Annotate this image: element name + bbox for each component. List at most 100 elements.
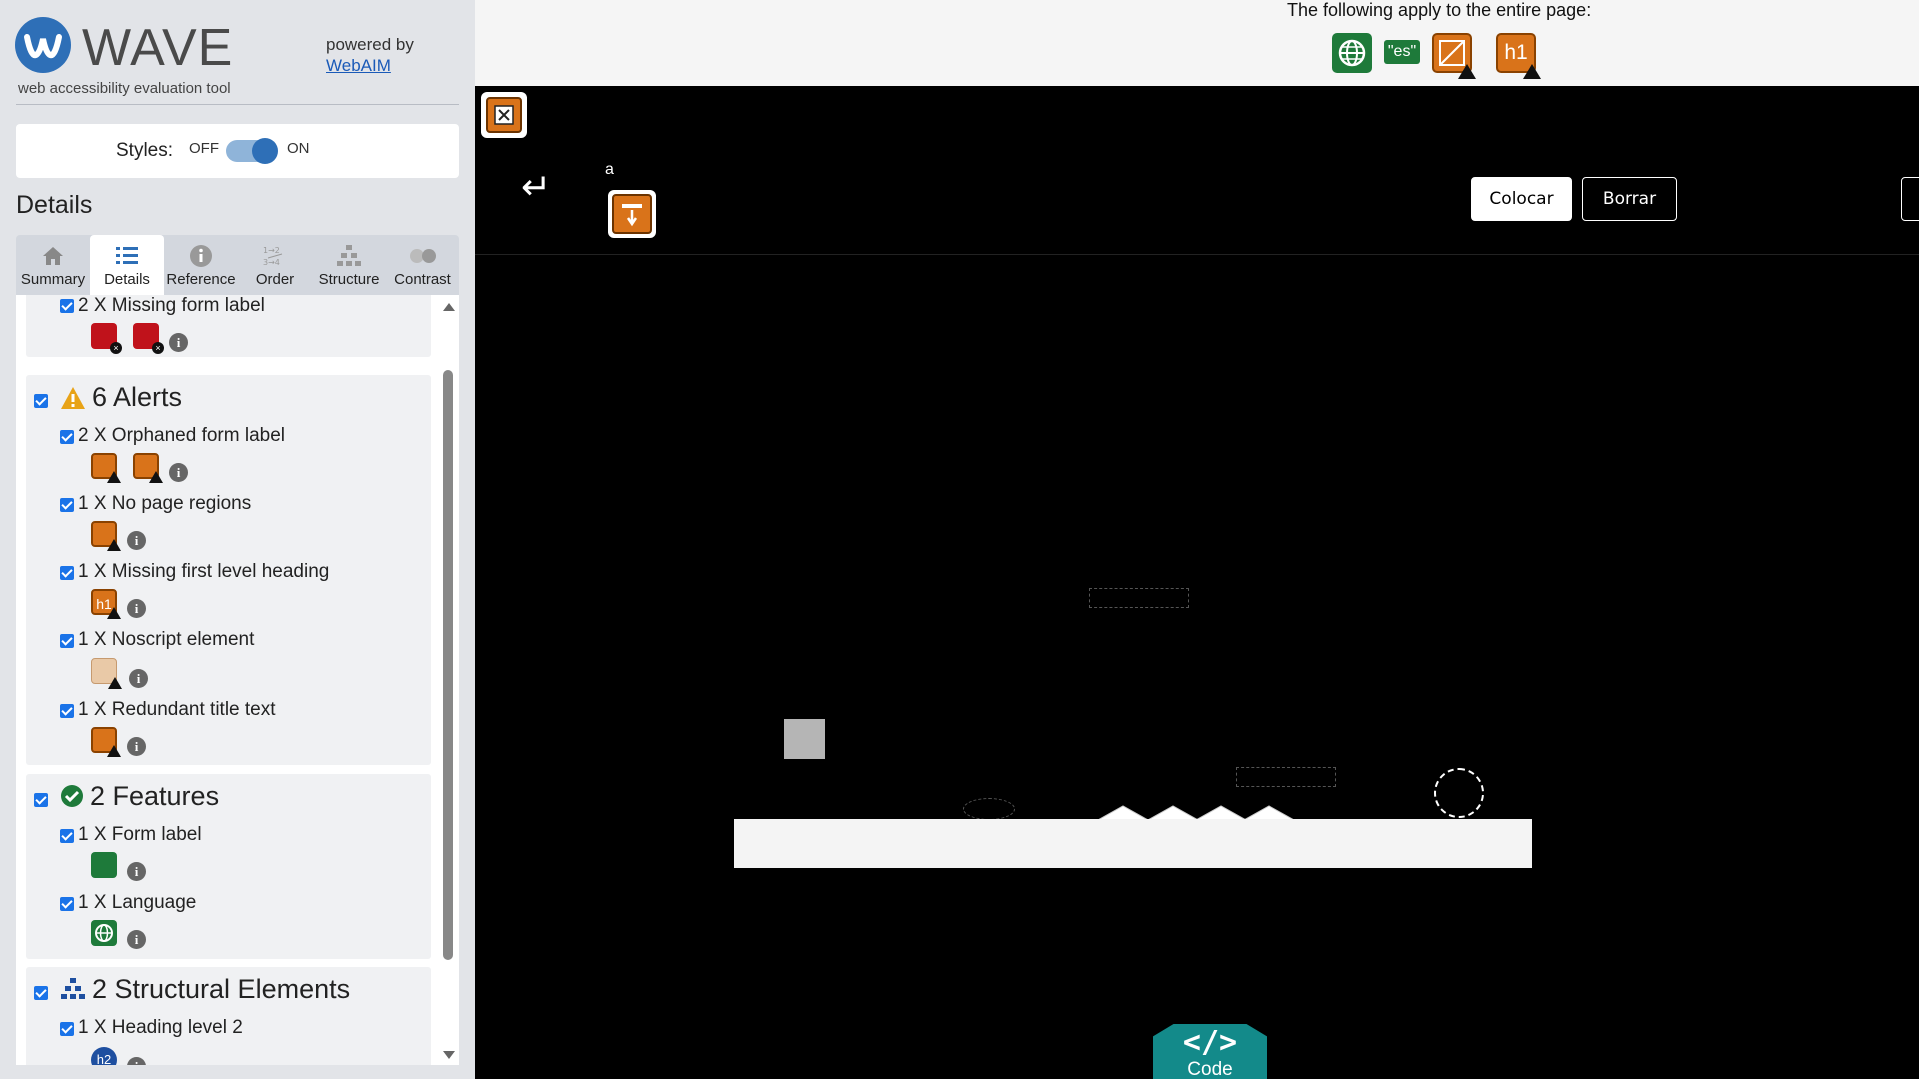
info-icon[interactable]: i	[169, 463, 188, 482]
structure-icon	[312, 241, 386, 271]
styles-on-label: ON	[287, 140, 310, 157]
scroll-down-arrow-icon[interactable]	[443, 1051, 455, 1059]
roof-shape	[1196, 805, 1246, 820]
structural-item-h2[interactable]: 1 X Heading level 2	[78, 1017, 243, 1039]
wave-logo-icon	[15, 17, 71, 73]
alert-checkbox[interactable]	[60, 498, 74, 512]
tab-contrast[interactable]: Contrast	[386, 235, 459, 295]
feature-item-language[interactable]: 1 X Language	[78, 892, 196, 914]
home-icon	[16, 241, 90, 271]
structural-group: 2 Structural Elements 1 X Heading level …	[26, 967, 431, 1065]
orphaned-label-icon[interactable]	[133, 453, 163, 483]
alert-item-no-regions[interactable]: 1 X No page regions	[78, 493, 251, 515]
missing-h1-icon[interactable]: h1	[91, 589, 121, 619]
info-icon[interactable]: i	[127, 930, 146, 949]
page-wide-text: The following apply to the entire page:	[1287, 0, 1592, 20]
errors-missing-label-item[interactable]: 2 X Missing form label	[78, 295, 265, 317]
form-label-feature-icon[interactable]	[91, 852, 117, 878]
alert-item-orphaned-label[interactable]: 2 X Orphaned form label	[78, 425, 285, 447]
structural-checkbox[interactable]	[34, 986, 48, 1000]
features-checkbox[interactable]	[34, 793, 48, 807]
scroll-up-arrow-icon[interactable]	[443, 303, 455, 311]
info-icon[interactable]: i	[127, 599, 146, 618]
no-page-regions-icon[interactable]	[91, 521, 121, 551]
feature-checkbox[interactable]	[60, 897, 74, 911]
roof-shape	[1148, 805, 1198, 820]
noscript-flag-icon[interactable]	[481, 92, 527, 138]
tab-label: Details	[104, 271, 150, 288]
alert-checkbox[interactable]	[60, 430, 74, 444]
tab-order[interactable]: 1→2 3→4 Order	[238, 235, 312, 295]
code-toggle-button[interactable]: </> Code	[1153, 1024, 1267, 1079]
code-label: Code	[1187, 1059, 1233, 1079]
structural-item-checkbox[interactable]	[60, 1022, 74, 1036]
dashed-target-zone	[1089, 588, 1189, 608]
info-icon[interactable]: i	[127, 1057, 146, 1065]
orphaned-label-icon[interactable]	[91, 453, 121, 483]
tab-label: Contrast	[394, 271, 451, 288]
missing-label-error-icon[interactable]: ×	[91, 323, 122, 354]
feature-checkbox[interactable]	[60, 829, 74, 843]
offscreen-button[interactable]	[1901, 177, 1919, 221]
powered-by: powered by WebAIM	[326, 34, 414, 76]
alerts-title: 6 Alerts	[92, 382, 183, 412]
roof-shape	[1244, 805, 1294, 820]
webaim-link[interactable]: WebAIM	[326, 56, 391, 75]
info-icon	[164, 241, 238, 271]
alerts-checkbox[interactable]	[34, 394, 48, 408]
details-scrollbar[interactable]	[441, 303, 455, 1059]
alert-triangle-icon	[61, 387, 85, 409]
errors-group: 2 X Missing form label × × i	[26, 295, 431, 357]
alert-checkbox[interactable]	[60, 704, 74, 718]
tab-reference[interactable]: Reference	[164, 235, 238, 295]
code-icon: </>	[1182, 1025, 1238, 1060]
svg-text:3→4: 3→4	[263, 258, 280, 267]
heading-level-2-icon[interactable]: h2	[91, 1047, 117, 1065]
toggle-knob	[252, 138, 278, 164]
structural-title: 2 Structural Elements	[92, 974, 351, 1004]
header-divider	[475, 254, 1919, 255]
errors-missing-label-checkbox[interactable]	[60, 299, 74, 313]
alert-item-noscript[interactable]: 1 X Noscript element	[78, 629, 254, 651]
ground-platform	[734, 819, 1532, 868]
alert-checkbox[interactable]	[60, 566, 74, 580]
tab-summary[interactable]: Summary	[16, 235, 90, 295]
info-icon[interactable]: i	[127, 531, 146, 550]
info-icon[interactable]: i	[127, 862, 146, 881]
no-page-regions-icon[interactable]	[1432, 33, 1476, 79]
tab-label: Reference	[166, 271, 236, 288]
styles-toggle[interactable]	[226, 138, 278, 164]
alert-checkbox[interactable]	[60, 634, 74, 648]
wave-brand: WAVE	[82, 19, 234, 77]
feature-item-form-label[interactable]: 1 X Form label	[78, 824, 202, 846]
back-arrow-icon[interactable]: ↵	[521, 166, 551, 208]
gray-block[interactable]	[784, 719, 825, 759]
missing-h1-icon[interactable]: h1	[1496, 33, 1541, 79]
info-icon[interactable]: i	[129, 669, 148, 688]
tab-details[interactable]: Details	[90, 235, 164, 295]
powered-by-text: powered by	[326, 35, 414, 54]
wave-subtitle: web accessibility evaluation tool	[18, 80, 231, 97]
missing-label-error-icon[interactable]: ×	[133, 323, 164, 354]
alert-item-redundant-title[interactable]: 1 X Redundant title text	[78, 699, 276, 721]
features-title: 2 Features	[90, 781, 220, 811]
colocar-button[interactable]: Colocar	[1471, 177, 1572, 221]
h1-badge-text: h1	[1504, 41, 1528, 64]
language-globe-icon[interactable]	[1332, 33, 1372, 73]
styles-off-label: OFF	[189, 140, 219, 157]
language-es-badge[interactable]: "es"	[1384, 40, 1420, 64]
scroll-thumb[interactable]	[443, 370, 453, 960]
styles-label: Styles:	[116, 140, 174, 161]
language-globe-icon[interactable]	[91, 920, 117, 946]
info-icon[interactable]: i	[169, 333, 188, 352]
redundant-title-flag-icon[interactable]	[608, 190, 656, 238]
alert-item-missing-h1[interactable]: 1 X Missing first level heading	[78, 561, 329, 583]
tab-label: Structure	[318, 271, 380, 288]
noscript-icon[interactable]	[91, 658, 122, 689]
borrar-button[interactable]: Borrar	[1582, 177, 1677, 221]
tab-structure[interactable]: Structure	[312, 235, 386, 295]
info-icon[interactable]: i	[127, 737, 146, 756]
page-wide-bar: The following apply to the entire page: …	[475, 0, 1919, 86]
redundant-title-icon[interactable]	[91, 727, 121, 757]
list-icon	[90, 241, 164, 271]
